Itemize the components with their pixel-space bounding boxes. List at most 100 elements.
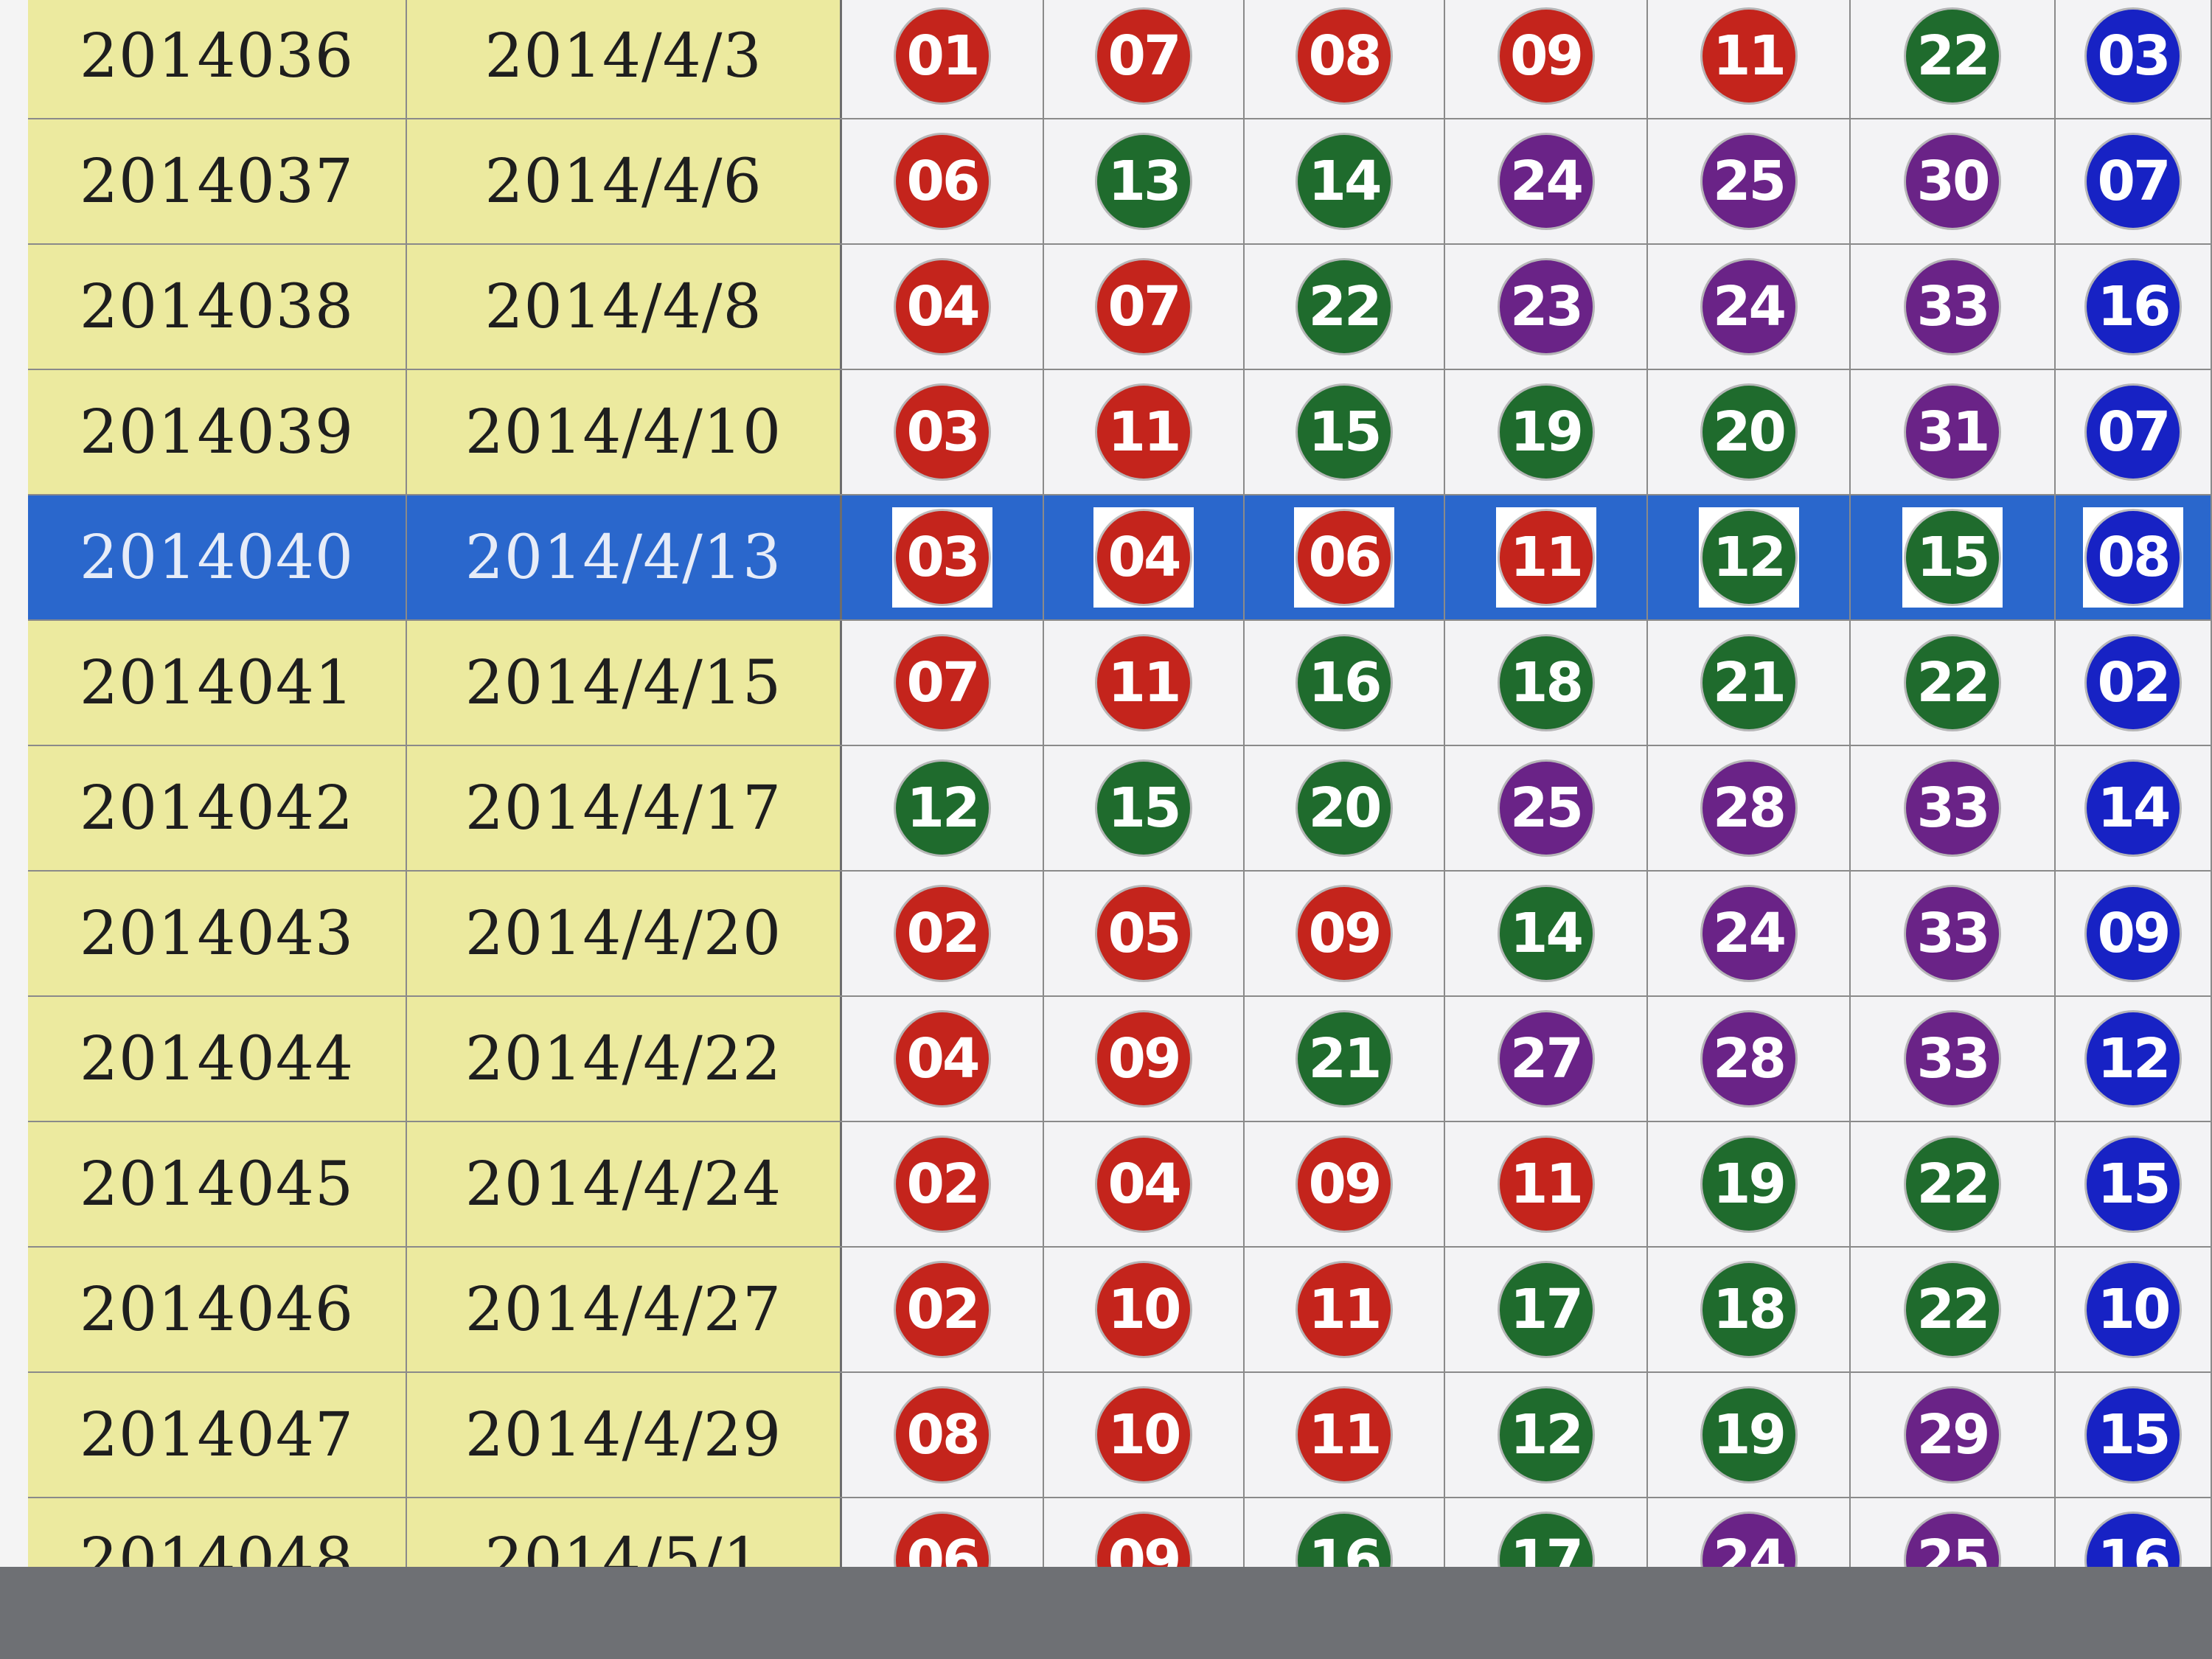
ball-cell[interactable]: 14 [1445,872,1648,995]
ball-cell[interactable]: 08 [2056,495,2212,619]
date-cell[interactable]: 2014/4/27 [407,1248,842,1371]
ball-cell[interactable]: 33 [1851,245,2056,369]
ball-cell[interactable]: 17 [1445,1498,1648,1567]
ball-cell[interactable]: 19 [1648,1122,1851,1246]
ball-cell[interactable]: 11 [1245,1248,1445,1371]
table-row[interactable]: 2014043 2014/4/20 02 05 09 14 24 33 09 [28,872,2212,997]
ball-cell[interactable]: 09 [1044,997,1245,1121]
ball-cell[interactable]: 03 [2056,0,2212,118]
ball-cell[interactable]: 22 [1851,1122,2056,1246]
date-cell[interactable]: 2014/4/6 [407,119,842,243]
table-row[interactable]: 2014039 2014/4/10 03 11 15 19 20 31 07 [28,370,2212,495]
ball-cell[interactable]: 08 [842,1373,1044,1497]
ball-cell[interactable]: 09 [1445,0,1648,118]
ball-cell[interactable]: 12 [1445,1373,1648,1497]
ball-cell[interactable]: 07 [2056,119,2212,243]
table-row[interactable]: 2014048 2014/5/1 06 09 16 17 24 25 16 [28,1498,2212,1567]
ball-cell[interactable]: 15 [2056,1122,2212,1246]
ball-cell[interactable]: 20 [1648,370,1851,494]
ball-cell[interactable]: 02 [842,872,1044,995]
ball-cell[interactable]: 19 [1648,1373,1851,1497]
ball-cell[interactable]: 11 [1044,621,1245,745]
date-cell[interactable]: 2014/5/1 [407,1498,842,1567]
ball-cell[interactable]: 17 [1445,1248,1648,1371]
table-row[interactable]: 2014042 2014/4/17 12 15 20 25 28 33 14 [28,746,2212,872]
ball-cell[interactable]: 13 [1044,119,1245,243]
ball-cell[interactable]: 11 [1648,0,1851,118]
ball-cell[interactable]: 25 [1648,119,1851,243]
ball-cell[interactable]: 22 [1851,1248,2056,1371]
ball-cell[interactable]: 09 [1245,872,1445,995]
ball-cell[interactable]: 33 [1851,746,2056,870]
ball-cell[interactable]: 02 [2056,621,2212,745]
ball-cell[interactable]: 16 [1245,621,1445,745]
ball-cell[interactable]: 24 [1648,245,1851,369]
ball-cell[interactable]: 14 [1245,119,1445,243]
ball-cell[interactable]: 09 [1245,1122,1445,1246]
ball-cell[interactable]: 09 [2056,872,2212,995]
issue-cell[interactable]: 2014041 [28,621,407,745]
table-row[interactable]: 2014044 2014/4/22 04 09 21 27 28 33 12 [28,997,2212,1122]
ball-cell[interactable]: 28 [1648,997,1851,1121]
table-row[interactable]: 2014037 2014/4/6 06 13 14 24 25 30 07 [28,119,2212,245]
ball-cell[interactable]: 04 [1044,495,1245,619]
ball-cell[interactable]: 31 [1851,370,2056,494]
issue-cell[interactable]: 2014038 [28,245,407,369]
ball-cell[interactable]: 18 [1445,621,1648,745]
ball-cell[interactable]: 08 [1245,0,1445,118]
ball-cell[interactable]: 21 [1648,621,1851,745]
ball-cell[interactable]: 05 [1044,872,1245,995]
ball-cell[interactable]: 19 [1445,370,1648,494]
ball-cell[interactable]: 25 [1851,1498,2056,1567]
date-cell[interactable]: 2014/4/22 [407,997,842,1121]
ball-cell[interactable]: 01 [842,0,1044,118]
ball-cell[interactable]: 12 [842,746,1044,870]
ball-cell[interactable]: 07 [842,621,1044,745]
ball-cell[interactable]: 07 [1044,0,1245,118]
table-row[interactable]: 2014045 2014/4/24 02 04 09 11 19 22 15 [28,1122,2212,1248]
issue-cell[interactable]: 2014042 [28,746,407,870]
issue-cell[interactable]: 2014048 [28,1498,407,1567]
ball-cell[interactable]: 25 [1445,746,1648,870]
ball-cell[interactable]: 16 [1245,1498,1445,1567]
ball-cell[interactable]: 07 [2056,370,2212,494]
ball-cell[interactable]: 23 [1445,245,1648,369]
date-cell[interactable]: 2014/4/20 [407,872,842,995]
ball-cell[interactable]: 11 [1044,370,1245,494]
ball-cell[interactable]: 12 [1648,495,1851,619]
ball-cell[interactable]: 24 [1648,872,1851,995]
ball-cell[interactable]: 27 [1445,997,1648,1121]
table-row[interactable]: 2014046 2014/4/27 02 10 11 17 18 22 10 [28,1248,2212,1373]
ball-cell[interactable]: 24 [1648,1498,1851,1567]
ball-cell[interactable]: 06 [842,1498,1044,1567]
ball-cell[interactable]: 06 [842,119,1044,243]
ball-cell[interactable]: 11 [1445,1122,1648,1246]
date-cell[interactable]: 2014/4/3 [407,0,842,118]
ball-cell[interactable]: 06 [1245,495,1445,619]
issue-cell[interactable]: 2014045 [28,1122,407,1246]
ball-cell[interactable]: 15 [2056,1373,2212,1497]
ball-cell[interactable]: 16 [2056,245,2212,369]
ball-cell[interactable]: 04 [842,245,1044,369]
ball-cell[interactable]: 21 [1245,997,1445,1121]
date-cell[interactable]: 2014/4/29 [407,1373,842,1497]
ball-cell[interactable]: 10 [1044,1248,1245,1371]
date-cell[interactable]: 2014/4/17 [407,746,842,870]
ball-cell[interactable]: 20 [1245,746,1445,870]
ball-cell[interactable]: 04 [1044,1122,1245,1246]
ball-cell[interactable]: 15 [1044,746,1245,870]
table-row[interactable]: 2014040 2014/4/13 03 04 06 11 12 15 08 [28,495,2212,621]
ball-cell[interactable]: 33 [1851,997,2056,1121]
issue-cell[interactable]: 2014046 [28,1248,407,1371]
ball-cell[interactable]: 24 [1445,119,1648,243]
issue-cell[interactable]: 2014037 [28,119,407,243]
ball-cell[interactable]: 16 [2056,1498,2212,1567]
ball-cell[interactable]: 11 [1245,1373,1445,1497]
date-cell[interactable]: 2014/4/15 [407,621,842,745]
table-row[interactable]: 2014038 2014/4/8 04 07 22 23 24 33 16 [28,245,2212,370]
ball-cell[interactable]: 10 [2056,1248,2212,1371]
ball-cell[interactable]: 33 [1851,872,2056,995]
issue-cell[interactable]: 2014044 [28,997,407,1121]
issue-cell[interactable]: 2014039 [28,370,407,494]
ball-cell[interactable]: 03 [842,370,1044,494]
